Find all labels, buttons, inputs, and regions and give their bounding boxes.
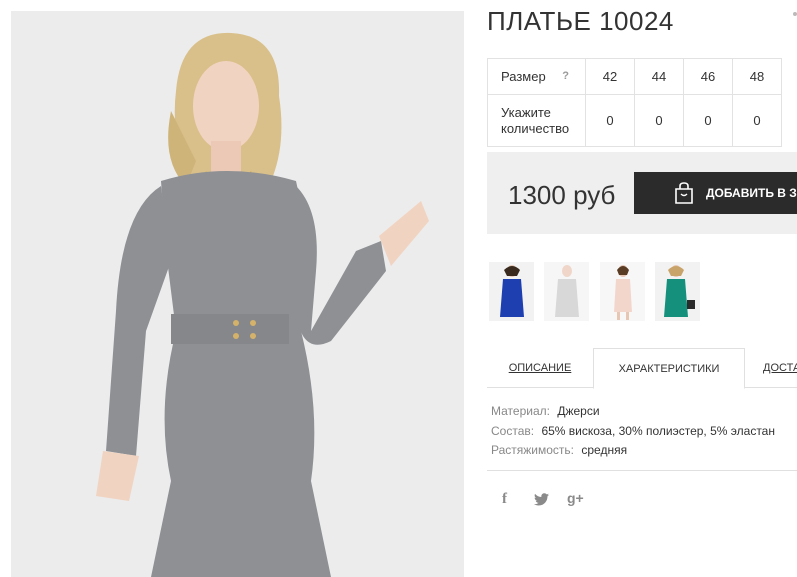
variant-thumb-blue[interactable] xyxy=(489,262,534,321)
spec-value: средняя xyxy=(581,443,628,457)
quantity-row: Укажите количество 0 0 0 0 xyxy=(487,94,782,147)
variant-pink-image xyxy=(600,262,645,321)
spec-key: Растяжимость: xyxy=(491,443,575,457)
product-photo[interactable] xyxy=(11,11,464,577)
variant-light-grey-image xyxy=(544,262,589,321)
size-row: Размер ? 42 44 46 48 xyxy=(487,58,782,95)
size-46: 46 xyxy=(683,58,733,95)
quantity-input-44[interactable]: 0 xyxy=(634,94,684,147)
quantity-label-line1: Укажите xyxy=(501,104,551,120)
twitter-icon[interactable] xyxy=(534,493,549,506)
variant-thumb-pink[interactable] xyxy=(600,262,645,321)
size-label: Размер xyxy=(501,69,546,84)
product-price: 1300 руб xyxy=(508,180,616,210)
quantity-input-42[interactable]: 0 xyxy=(585,94,635,147)
variant-thumb-light-grey[interactable] xyxy=(544,262,589,321)
divider xyxy=(487,470,797,471)
size-42: 42 xyxy=(585,58,635,95)
quantity-input-48[interactable]: 0 xyxy=(732,94,782,147)
spec-value: 65% вискоза, 30% полиэстер, 5% эластан xyxy=(541,423,775,438)
tab-description[interactable]: ОПИСАНИЕ xyxy=(487,348,593,388)
model-in-dress-image xyxy=(11,11,464,577)
spec-row-material: Материал: Джерси xyxy=(491,402,775,422)
size-quantity-table: Размер ? 42 44 46 48 Укажите количество … xyxy=(487,58,782,147)
add-to-cart-button[interactable]: ДОБАВИТЬ В ЗА xyxy=(634,172,797,214)
spec-row-stretch: Растяжимость: средняя xyxy=(491,441,775,461)
tab-specs[interactable]: ХАРАКТЕРИСТИКИ xyxy=(593,348,745,389)
size-label-cell: Размер ? xyxy=(487,58,586,95)
variant-teal-image xyxy=(655,262,700,321)
shopping-bag-icon xyxy=(675,182,693,204)
variant-blue-image xyxy=(489,262,534,321)
specs-list: Материал: Джерси Состав: 65% вискоза, 30… xyxy=(491,402,775,461)
quantity-input-46[interactable]: 0 xyxy=(683,94,733,147)
size-44: 44 xyxy=(634,58,684,95)
quantity-label-line2: количество xyxy=(501,120,570,136)
color-variants xyxy=(489,262,701,321)
spec-value: Джерси xyxy=(557,404,600,418)
spec-key: Состав: xyxy=(491,423,535,438)
size-help-icon[interactable]: ? xyxy=(562,70,569,82)
tab-delivery[interactable]: ДОСТА xyxy=(763,348,797,388)
add-to-cart-label: ДОБАВИТЬ В ЗА xyxy=(706,186,797,200)
wishlist-icon[interactable] xyxy=(793,12,797,16)
product-title: ПЛАТЬЕ 10024 xyxy=(487,6,674,36)
variant-thumb-teal[interactable] xyxy=(655,262,700,321)
googleplus-icon[interactable]: g+ xyxy=(567,490,584,506)
spec-row-composition: Состав: 65% вискоза, 30% полиэстер, 5% э… xyxy=(491,422,775,442)
product-tabs: ОПИСАНИЕ ХАРАКТЕРИСТИКИ ДОСТА xyxy=(487,348,797,389)
quantity-label-cell: Укажите количество xyxy=(487,94,586,147)
size-48: 48 xyxy=(732,58,782,95)
spec-key: Материал: xyxy=(491,404,550,418)
price-box: 1300 руб ДОБАВИТЬ В ЗА xyxy=(487,152,797,234)
facebook-icon[interactable]: f xyxy=(502,491,507,508)
